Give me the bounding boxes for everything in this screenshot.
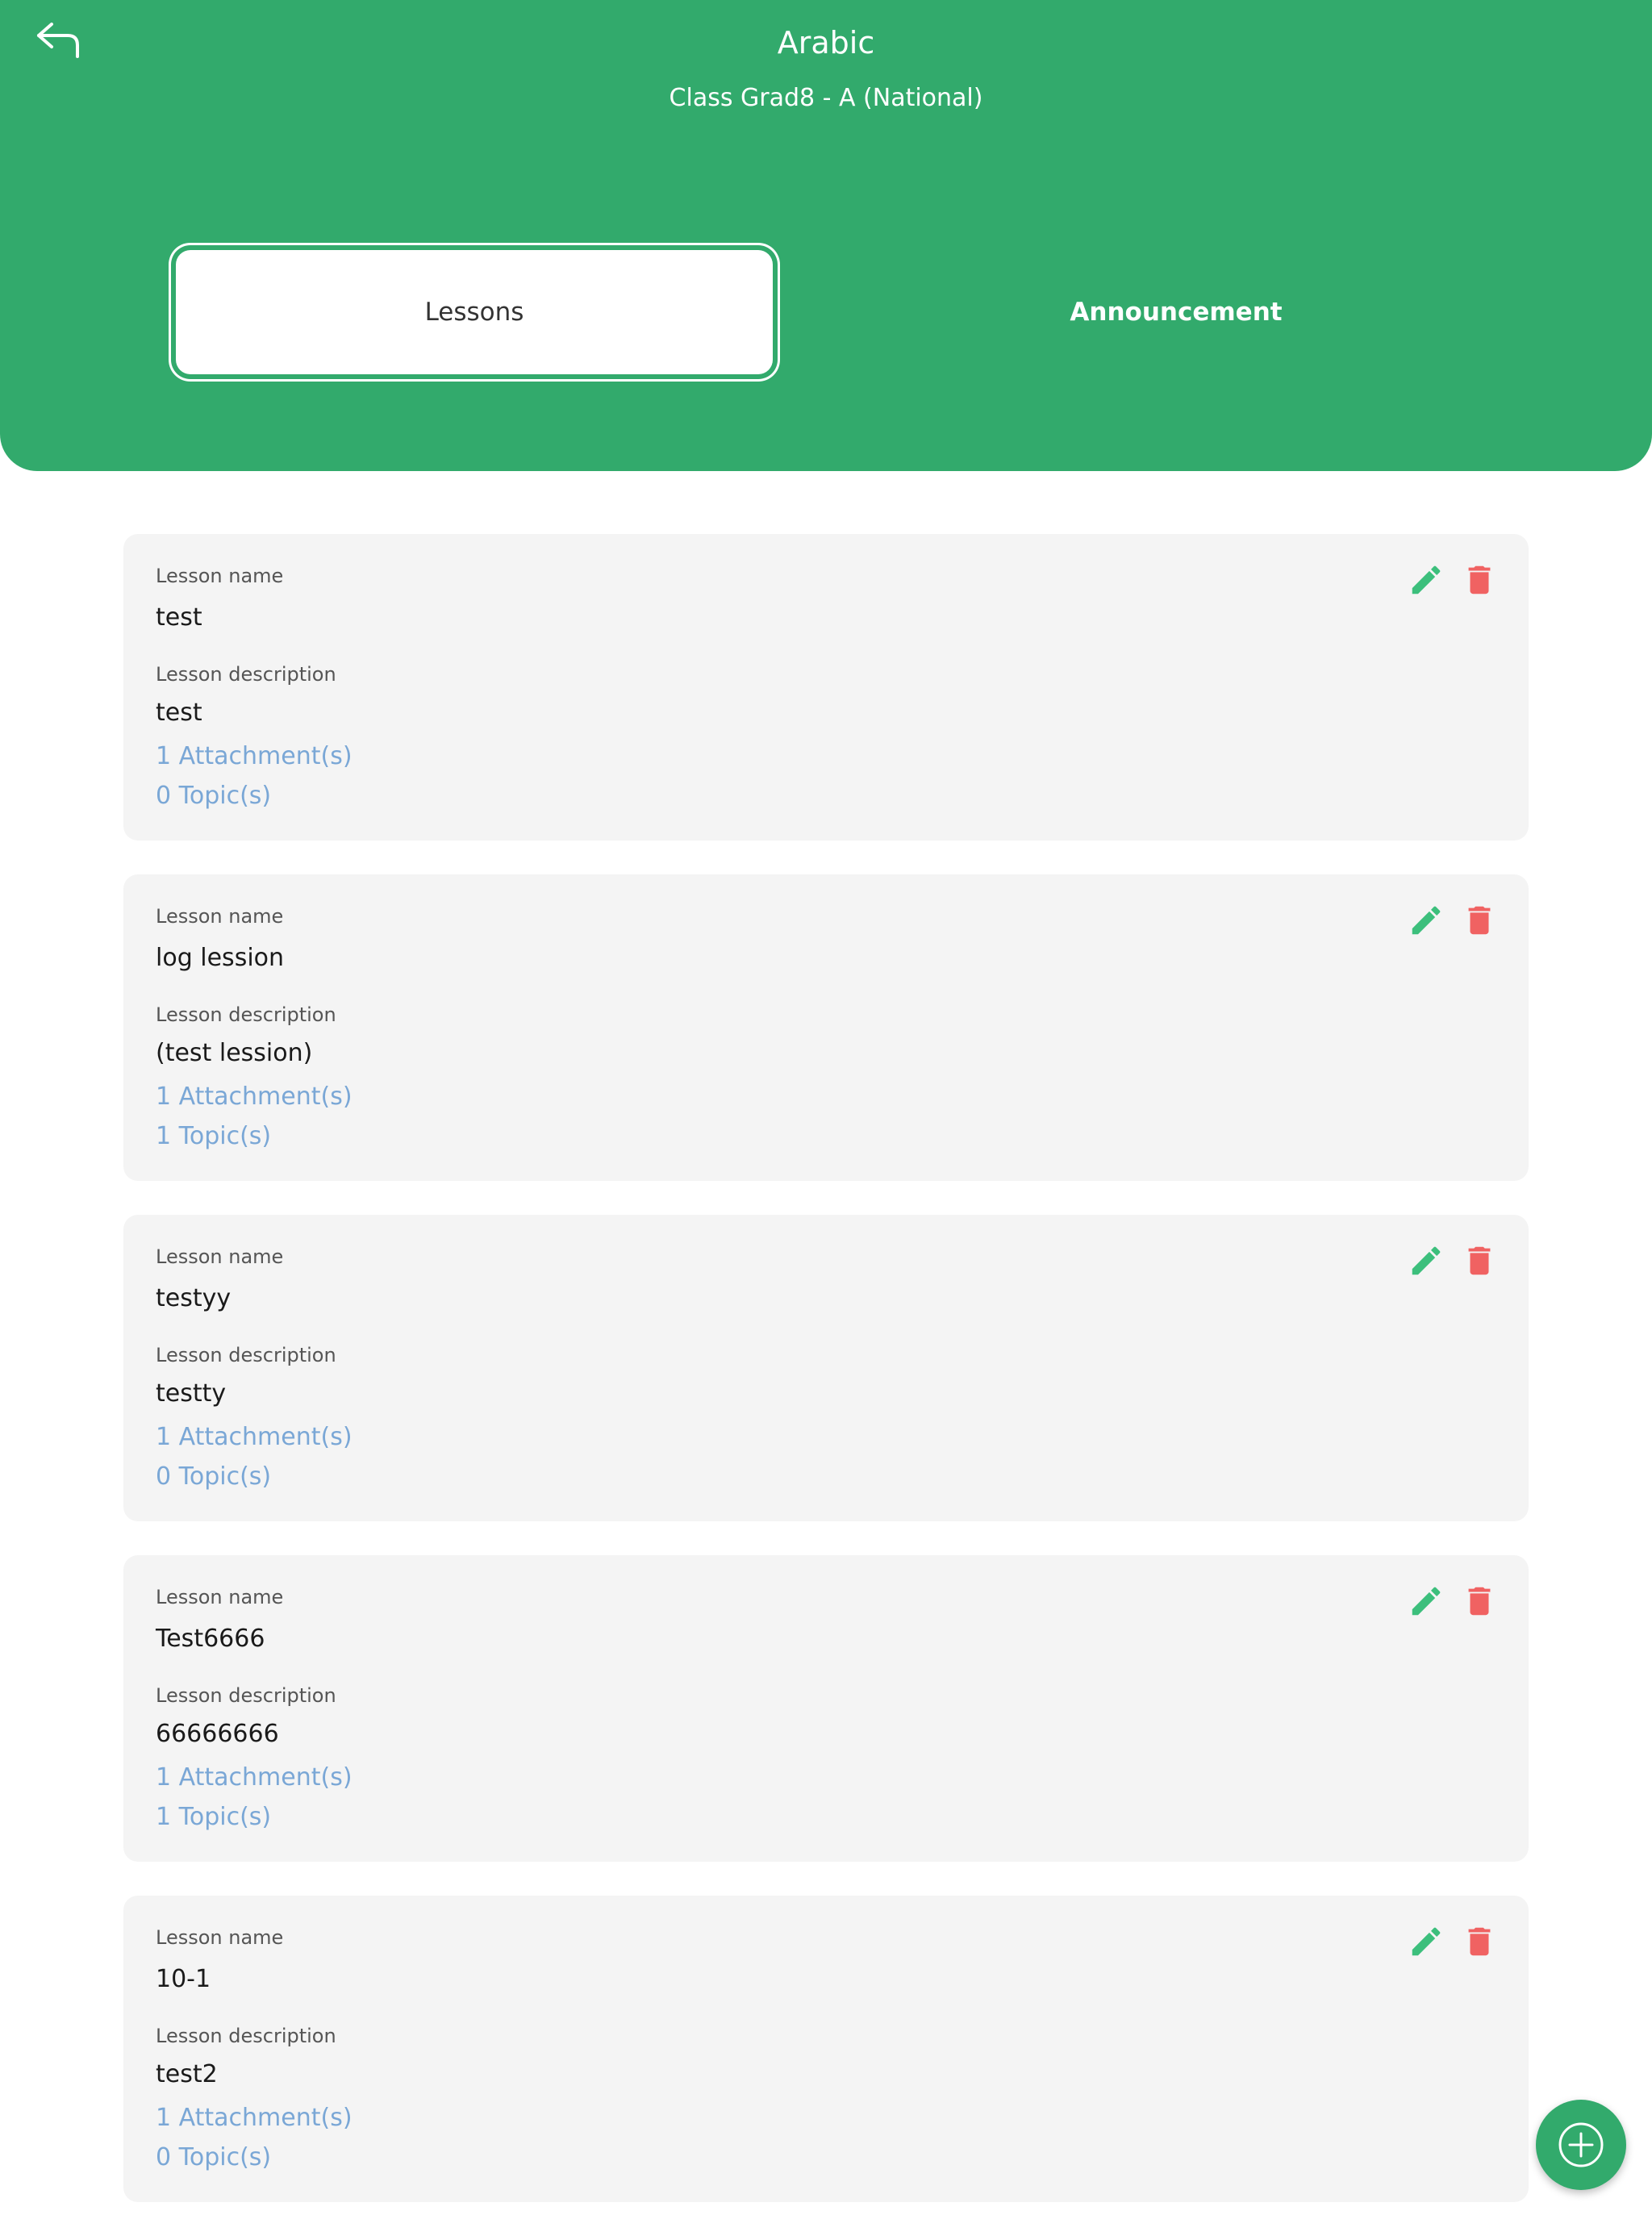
edit-lesson-button[interactable] bbox=[1408, 1583, 1445, 1620]
lesson-description-label: Lesson description bbox=[156, 1684, 336, 1707]
trash-icon bbox=[1468, 1246, 1491, 1275]
lesson-name-label: Lesson name bbox=[156, 1586, 284, 1608]
lesson-description-value: 66666666 bbox=[156, 1720, 279, 1748]
tab-announcement-label: Announcement bbox=[1070, 298, 1283, 327]
topics-link[interactable]: 1 Topic(s) bbox=[156, 1801, 271, 1833]
lesson-name-label: Lesson name bbox=[156, 565, 284, 587]
lesson-name-value: testyy bbox=[156, 1284, 232, 1312]
trash-icon bbox=[1468, 1587, 1491, 1616]
pencil-icon bbox=[1412, 565, 1441, 594]
lesson-card: Lesson name Test6666 Lesson description … bbox=[123, 1555, 1529, 1862]
attachments-link[interactable]: 1 Attachment(s) bbox=[156, 1762, 353, 1794]
delete-lesson-button[interactable] bbox=[1461, 1242, 1498, 1279]
add-lesson-button[interactable] bbox=[1536, 2100, 1626, 2190]
attachments-link[interactable]: 1 Attachment(s) bbox=[156, 2102, 353, 2134]
lesson-name-value: log lession bbox=[156, 944, 285, 972]
pencil-icon bbox=[1412, 906, 1441, 935]
topics-link[interactable]: 0 Topic(s) bbox=[156, 2142, 271, 2174]
trash-icon bbox=[1468, 906, 1491, 935]
topics-link[interactable]: 0 Topic(s) bbox=[156, 1461, 271, 1493]
edit-lesson-button[interactable] bbox=[1408, 1923, 1445, 1960]
lesson-description-label: Lesson description bbox=[156, 2025, 336, 2047]
class-subtitle: Class Grad8 - A (National) bbox=[669, 84, 983, 112]
lesson-name-value: 10-1 bbox=[156, 1965, 211, 1993]
delete-lesson-button[interactable] bbox=[1461, 1583, 1498, 1620]
pencil-icon bbox=[1412, 1927, 1441, 1956]
lesson-description-value: test bbox=[156, 699, 202, 727]
tab-lessons-label: Lessons bbox=[424, 298, 524, 327]
lesson-card: Lesson name test Lesson description test… bbox=[123, 534, 1529, 841]
lesson-description-label: Lesson description bbox=[156, 1344, 336, 1366]
lesson-description-value: testty bbox=[156, 1379, 227, 1408]
delete-lesson-button[interactable] bbox=[1461, 561, 1498, 599]
lesson-name-value: test bbox=[156, 603, 202, 632]
topics-link[interactable]: 1 Topic(s) bbox=[156, 1120, 271, 1153]
lesson-name-label: Lesson name bbox=[156, 1245, 284, 1268]
attachments-link[interactable]: 1 Attachment(s) bbox=[156, 1421, 353, 1454]
lesson-description-value: test2 bbox=[156, 2060, 218, 2088]
topics-link[interactable]: 0 Topic(s) bbox=[156, 780, 271, 812]
pencil-icon bbox=[1412, 1587, 1441, 1616]
edit-lesson-button[interactable] bbox=[1408, 902, 1445, 939]
edit-lesson-button[interactable] bbox=[1408, 561, 1445, 599]
delete-lesson-button[interactable] bbox=[1461, 902, 1498, 939]
lesson-card: Lesson name 10-1 Lesson description test… bbox=[123, 1896, 1529, 2202]
lesson-description-label: Lesson description bbox=[156, 1003, 336, 1026]
page-title: Arabic bbox=[777, 25, 875, 60]
trash-icon bbox=[1468, 1927, 1491, 1956]
attachments-link[interactable]: 1 Attachment(s) bbox=[156, 1081, 353, 1113]
lesson-name-value: Test6666 bbox=[156, 1625, 265, 1653]
lesson-list: Lesson name test Lesson description test… bbox=[123, 534, 1529, 2236]
tab-announcement[interactable]: Announcement bbox=[878, 250, 1475, 374]
lesson-description-label: Lesson description bbox=[156, 663, 336, 686]
lesson-description-value: (test lession) bbox=[156, 1039, 313, 1067]
plus-circle-icon bbox=[1558, 2122, 1604, 2167]
lesson-card: Lesson name testyy Lesson description te… bbox=[123, 1215, 1529, 1521]
edit-lesson-button[interactable] bbox=[1408, 1242, 1445, 1279]
lesson-name-label: Lesson name bbox=[156, 905, 284, 928]
pencil-icon bbox=[1412, 1246, 1441, 1275]
tab-lessons[interactable]: Lessons bbox=[176, 250, 773, 374]
header-bar: Arabic Class Grad8 - A (National) Lesson… bbox=[0, 0, 1652, 471]
lesson-card: Lesson name log lession Lesson descripti… bbox=[123, 874, 1529, 1181]
trash-icon bbox=[1468, 565, 1491, 594]
delete-lesson-button[interactable] bbox=[1461, 1923, 1498, 1960]
lesson-name-label: Lesson name bbox=[156, 1926, 284, 1949]
attachments-link[interactable]: 1 Attachment(s) bbox=[156, 740, 353, 773]
